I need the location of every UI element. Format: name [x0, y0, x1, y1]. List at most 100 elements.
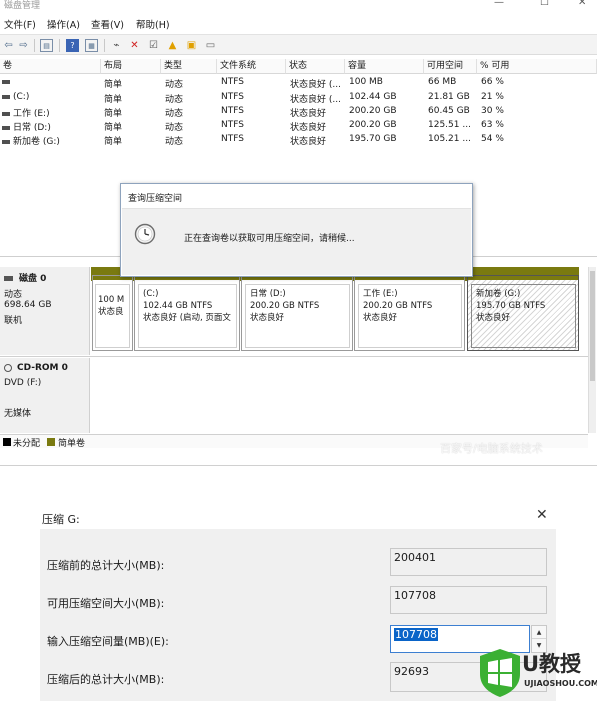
cdrom-icon	[4, 363, 12, 372]
partition-status: 状态良好 (启动, 页面文	[143, 313, 231, 323]
volume-name: 工作 (E:)	[2, 106, 50, 119]
menu-file[interactable]: 文件(F)	[4, 17, 36, 31]
volume-icon	[2, 111, 10, 116]
toolbar: ⇦ ⇨ ▤ ? ▦ ⌁ ✕ ☑ ▲ ▣ ▭	[0, 34, 597, 55]
cdrom0-label: CD-ROM 0	[4, 363, 68, 373]
scrollbar-thumb[interactable]	[590, 271, 595, 381]
column-header-layout[interactable]: 布局	[101, 59, 161, 74]
scrollbar[interactable]	[588, 267, 596, 433]
legend-simple: 简单卷	[58, 439, 86, 449]
partition-size: 200.20 GB NTFS	[250, 301, 320, 311]
cell-capacity: 200.20 GB	[349, 120, 397, 130]
cell-pct: 21 %	[481, 92, 504, 102]
partition-reserved[interactable]: 100 M 状态良	[92, 275, 133, 351]
folder-up-icon[interactable]: ▲	[166, 39, 179, 52]
console-tree-icon[interactable]: ▤	[40, 39, 53, 52]
minimize-icon[interactable]: —	[494, 0, 504, 8]
total-before-field: 200401	[390, 548, 547, 576]
legend-unallocated: 未分配	[13, 439, 41, 449]
query-dialog-body: 正在查询卷以获取可用压缩空间，请稍候...	[122, 208, 471, 275]
table-row[interactable]: 简单 动态 NTFS 状态良好 (... 100 MB 66 MB 66 %	[0, 76, 597, 90]
cdrom0-info[interactable]: CD-ROM 0 DVD (F:) 无媒体	[0, 358, 90, 433]
disk-management-window: 磁盘管理 — ☐ ✕ 文件(F) 操作(A) 查看(V) 帮助(H) ⇦ ⇨ ▤…	[0, 0, 597, 466]
menu-bar: 文件(F) 操作(A) 查看(V) 帮助(H)	[0, 14, 597, 32]
spin-up-icon[interactable]: ▲	[532, 626, 546, 639]
total-before-label: 压缩前的总计大小(MB):	[47, 559, 165, 572]
volume-name: (C:)	[2, 92, 29, 102]
menu-view[interactable]: 查看(V)	[91, 17, 124, 31]
column-header-status[interactable]: 状态	[286, 59, 345, 74]
column-header-pct-free[interactable]: % 可用	[477, 59, 597, 74]
legend-simple-swatch	[47, 438, 55, 446]
partition-c[interactable]: (C:) 102.44 GB NTFS 状态良好 (启动, 页面文	[134, 275, 240, 351]
maximize-icon[interactable]: ☐	[540, 0, 549, 8]
table-row[interactable]: 新加卷 (G:) 简单 动态 NTFS 状态良好 195.70 GB 105.2…	[0, 133, 597, 147]
volume-name: 新加卷 (G:)	[2, 134, 60, 147]
clock-icon	[134, 223, 156, 245]
connect-icon[interactable]: ⌁	[110, 39, 123, 52]
query-dialog-message: 正在查询卷以获取可用压缩空间，请稍候...	[184, 234, 355, 244]
column-header-capacity[interactable]: 容量	[345, 59, 424, 74]
menu-action[interactable]: 操作(A)	[47, 17, 80, 31]
partition-e[interactable]: 工作 (E:) 200.20 GB NTFS 状态良好	[354, 275, 465, 351]
disk-graphical-view: 磁盘 0 动态 698.64 GB 联机 100 M 状态良 (C:) 102.44…	[0, 256, 597, 465]
cell-type: 动态	[165, 137, 184, 147]
cell-type: 动态	[165, 123, 184, 133]
volume-icon	[2, 94, 10, 99]
cell-type: 动态	[165, 109, 184, 119]
cell-pct: 30 %	[481, 106, 504, 116]
disk0-info[interactable]: 磁盘 0 动态 698.64 GB 联机	[0, 267, 90, 355]
cdrom0-drive: DVD (F:)	[4, 378, 42, 388]
cdrom0-media: 无媒体	[4, 409, 32, 419]
partition-size: 195.70 GB NTFS	[476, 301, 546, 311]
cell-layout: 简单	[104, 123, 123, 133]
cell-pct: 66 %	[481, 77, 504, 87]
cell-pct: 54 %	[481, 134, 504, 144]
partition-size: 100 M	[98, 295, 125, 305]
properties-icon[interactable]: ▦	[85, 39, 98, 52]
cell-layout: 简单	[104, 80, 123, 90]
column-header-volume[interactable]: 卷	[0, 59, 101, 74]
cell-capacity: 100 MB	[349, 77, 383, 87]
close-icon[interactable]: ✕	[578, 0, 586, 8]
partition-name: 新加卷 (G:)	[476, 289, 521, 299]
menu-help[interactable]: 帮助(H)	[136, 17, 170, 31]
volume-icon	[2, 79, 10, 84]
partition-name: (C:)	[143, 289, 159, 299]
partition-g-selected[interactable]: 新加卷 (G:) 195.70 GB NTFS 状态良好	[467, 275, 579, 351]
view-icon[interactable]: ▭	[204, 39, 217, 52]
help-icon[interactable]: ?	[66, 39, 79, 52]
folder-search-icon[interactable]: ▣	[185, 39, 198, 52]
disk0-type: 动态	[4, 290, 23, 300]
cell-layout: 简单	[104, 95, 123, 105]
table-row[interactable]: (C:) 简单 动态 NTFS 状态良好 (... 102.44 GB 21.8…	[0, 91, 597, 105]
forward-icon[interactable]: ⇨	[17, 39, 30, 52]
cell-free: 60.45 GB	[428, 106, 470, 116]
disk-icon	[4, 276, 13, 281]
cell-type: 动态	[165, 95, 184, 105]
cell-status: 状态良好	[290, 123, 327, 133]
disk0-state: 联机	[4, 316, 23, 326]
check-icon[interactable]: ☑	[147, 39, 160, 52]
partition-d[interactable]: 日常 (D:) 200.20 GB NTFS 状态良好	[241, 275, 353, 351]
title-bar: 磁盘管理 — ☐ ✕	[0, 0, 597, 12]
query-shrink-dialog: 查询压缩空间 正在查询卷以获取可用压缩空间，请稍候...	[120, 183, 473, 277]
close-icon[interactable]: ✕	[536, 507, 548, 523]
cell-capacity: 102.44 GB	[349, 92, 397, 102]
cell-free: 105.21 ...	[428, 134, 471, 144]
back-icon[interactable]: ⇦	[2, 39, 15, 52]
table-row[interactable]: 工作 (E:) 简单 动态 NTFS 状态良好 200.20 GB 60.45 …	[0, 105, 597, 119]
cell-fs: NTFS	[221, 77, 244, 87]
volume-icon	[2, 139, 10, 144]
column-header-free[interactable]: 可用空间	[424, 59, 477, 74]
column-header-type[interactable]: 类型	[161, 59, 217, 74]
logo-url: UJIAOSHOU.COM	[524, 679, 597, 688]
table-row[interactable]: 日常 (D:) 简单 动态 NTFS 状态良好 200.20 GB 125.51…	[0, 119, 597, 133]
shrink-dialog-title: 压缩 G:	[42, 513, 80, 526]
shrink-amount-value[interactable]: 107708	[394, 628, 438, 641]
column-header-filesystem[interactable]: 文件系统	[217, 59, 286, 74]
partition-status: 状态良好	[250, 313, 285, 323]
cell-free: 21.81 GB	[428, 92, 470, 102]
delete-icon[interactable]: ✕	[128, 39, 141, 52]
partition-size: 102.44 GB NTFS	[143, 301, 213, 311]
